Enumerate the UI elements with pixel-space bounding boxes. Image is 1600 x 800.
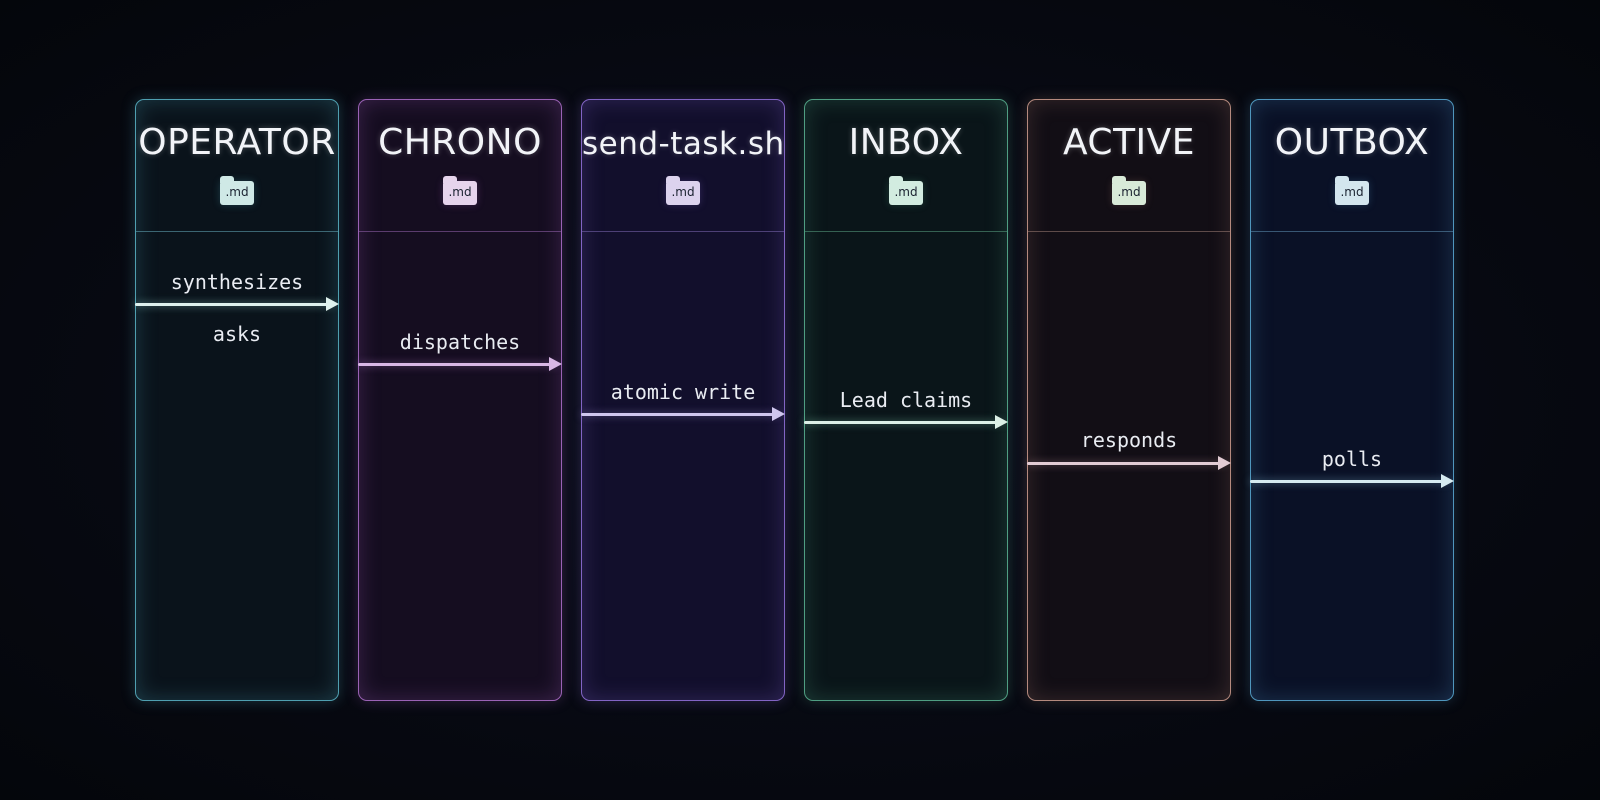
lane-header: OUTBOX .md [1251,100,1453,232]
folder-icon: .md [1335,176,1369,205]
lane-active: ACTIVE .md [1027,99,1231,701]
lane-title: ACTIVE [1062,122,1196,163]
lane-title: CHRONO [378,122,542,163]
file-extension: .md [1117,185,1141,199]
folder-icon: .md [443,176,477,205]
lane-header: CHRONO .md [359,100,561,232]
folder-icon: .md [220,176,254,205]
folder-icon: .md [889,176,923,205]
lane-outbox: OUTBOX .md [1250,99,1454,701]
swimlane-diagram: OPERATOR .md CHRONO .md send-task.sh .md… [0,0,1600,800]
flow-label-atomic-write: atomic write [610,380,756,404]
flow-arrow-responds [1027,456,1231,470]
flow-label-asks: asks [212,322,262,346]
lane-header: send-task.sh .md [582,100,784,232]
folder-icon: .md [666,176,700,205]
file-extension: .md [894,185,918,199]
file-extension: .md [1340,185,1364,199]
lane-title: INBOX [848,122,964,163]
flow-arrow-polls [1250,474,1454,488]
lane-title: OUTBOX [1274,122,1430,163]
flow-label-polls: polls [1321,447,1383,471]
flow-arrow-dispatches [358,357,562,371]
lane-operator: OPERATOR .md [135,99,339,701]
file-extension: .md [448,185,472,199]
folder-icon: .md [1112,176,1146,205]
flow-label-responds: responds [1080,428,1178,452]
flow-arrow-lead-claims [804,415,1008,429]
lane-header: OPERATOR .md [136,100,338,232]
lane-chrono: CHRONO .md [358,99,562,701]
flow-label-lead-claims: Lead claims [839,388,973,412]
lane-title: OPERATOR [138,122,336,163]
file-extension: .md [225,185,249,199]
file-extension: .md [671,185,695,199]
flow-arrow-synthesizes [135,297,339,311]
lane-header: ACTIVE .md [1028,100,1230,232]
flow-arrow-atomic-write [581,407,785,421]
lane-header: INBOX .md [805,100,1007,232]
flow-label-dispatches: dispatches [399,330,521,354]
flow-label-synthesizes: synthesizes [170,270,304,294]
lane-title: send-task.sh [582,126,785,162]
